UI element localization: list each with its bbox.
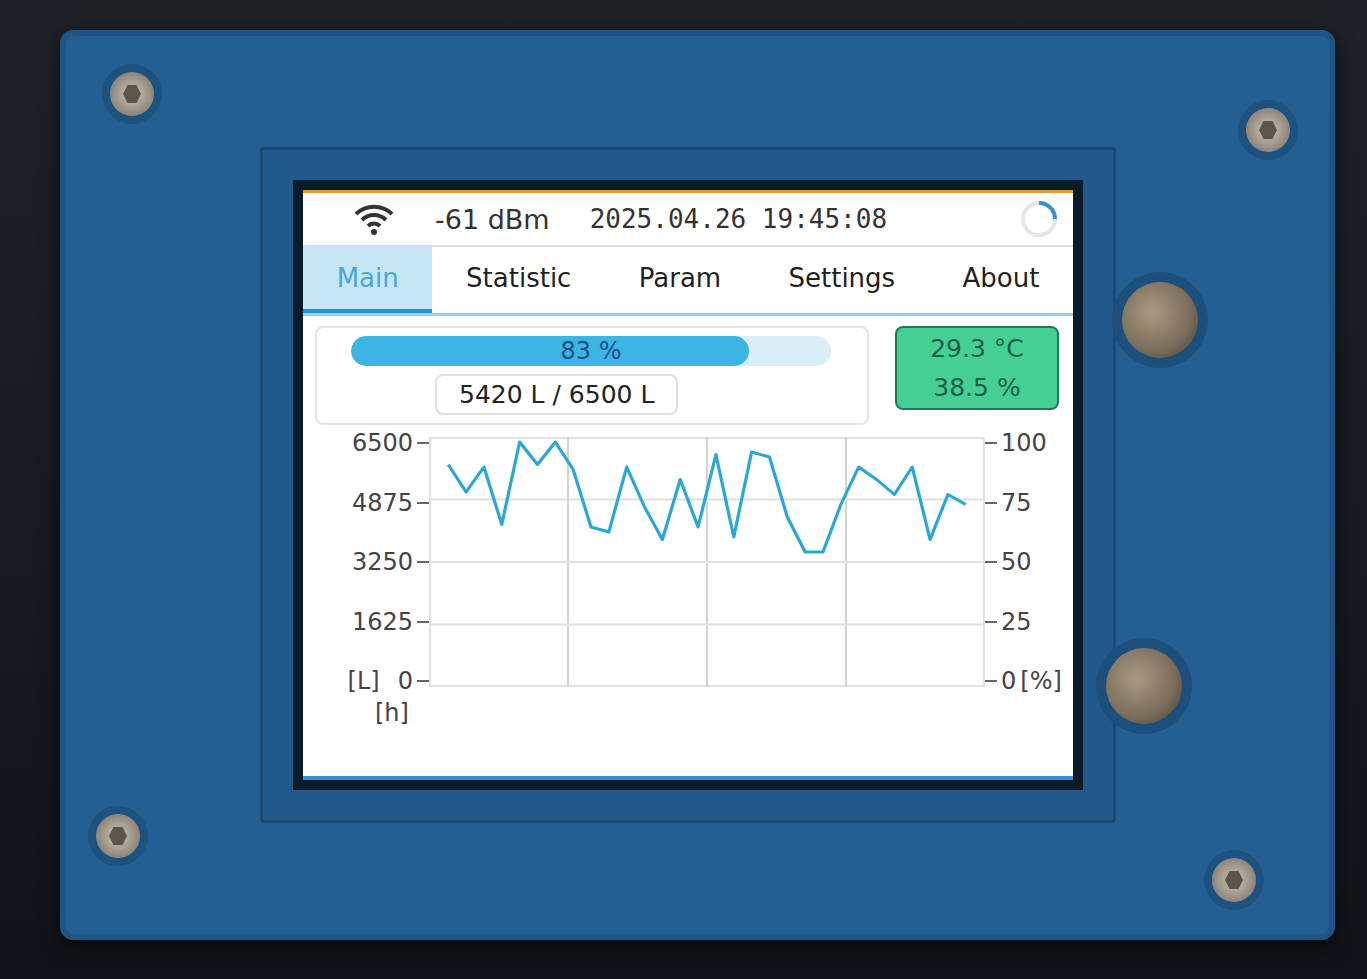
level-bar: 83 % — [351, 336, 831, 366]
spinner-icon — [1019, 199, 1059, 239]
left-unit: [L] — [348, 669, 380, 693]
chart: 6500 4875 3250 1625 [L]0 100 75 50 25 0[%] [h] — [303, 431, 1073, 735]
volume-readout: 5420 L / 6500 L — [435, 374, 678, 415]
status-bar: -61 dBm 2025.04.26 19:45:08 — [303, 193, 1073, 245]
axis-tick: 75 — [985, 491, 1032, 515]
signal-strength: -61 dBm — [435, 204, 550, 235]
level-percent: 83 % — [351, 336, 831, 366]
hardware-button[interactable] — [1106, 648, 1182, 724]
tab[interactable]: Param — [605, 247, 755, 313]
screw — [110, 72, 154, 116]
level-fill — [351, 336, 749, 366]
screw — [1212, 858, 1256, 902]
tab[interactable]: Settings — [755, 247, 929, 313]
right-unit: [%] — [1020, 669, 1062, 693]
axis-tick: 100 — [985, 431, 1047, 455]
temperature: 29.3 °C — [930, 334, 1024, 363]
screen: -61 dBm 2025.04.26 19:45:08 MainStatisticP… — [303, 190, 1073, 780]
axis-tick: 6500 — [352, 431, 429, 455]
tab-bar: MainStatisticParamSettingsAbout — [303, 245, 1073, 316]
bezel-ridge: -61 dBm 2025.04.26 19:45:08 MainStatisticP… — [260, 147, 1116, 823]
climate-box: 29.3 °C 38.5 % — [895, 326, 1059, 410]
tab[interactable]: Main — [303, 247, 432, 313]
wifi-icon — [353, 202, 395, 236]
axis-tick: 0[%] — [985, 669, 1062, 693]
axis-tick: 1625 — [352, 610, 429, 634]
screw — [96, 814, 140, 858]
tab[interactable]: Statistic — [432, 247, 605, 313]
hardware-button[interactable] — [1122, 282, 1198, 358]
series-line — [448, 442, 966, 552]
chart-plot — [429, 437, 985, 687]
summary-row: 83 % 5420 L / 6500 L 29.3 °C 38.5 % — [303, 316, 1073, 431]
x-unit: [h] — [309, 693, 429, 735]
date-time: 2025.04.26 19:45:08 — [590, 204, 979, 234]
axis-tick: 50 — [985, 550, 1032, 574]
tab[interactable]: About — [929, 247, 1073, 313]
screw — [1246, 108, 1290, 152]
bezel: -61 dBm 2025.04.26 19:45:08 MainStatisticP… — [293, 180, 1083, 790]
page: -61 dBm 2025.04.26 19:45:08 MainStatisticP… — [0, 0, 1367, 979]
axis-tick: 4875 — [352, 491, 429, 515]
axis-tick: 25 — [985, 610, 1032, 634]
humidity: 38.5 % — [933, 373, 1020, 402]
axis-tick: 3250 — [352, 550, 429, 574]
right-axis: 100 75 50 25 0[%] — [985, 431, 1067, 693]
device-case: -61 dBm 2025.04.26 19:45:08 MainStatisticP… — [60, 30, 1335, 940]
tank-card: 83 % 5420 L / 6500 L — [315, 326, 869, 425]
axis-tick: [L]0 — [348, 669, 429, 693]
left-axis: 6500 4875 3250 1625 [L]0 — [309, 431, 429, 693]
